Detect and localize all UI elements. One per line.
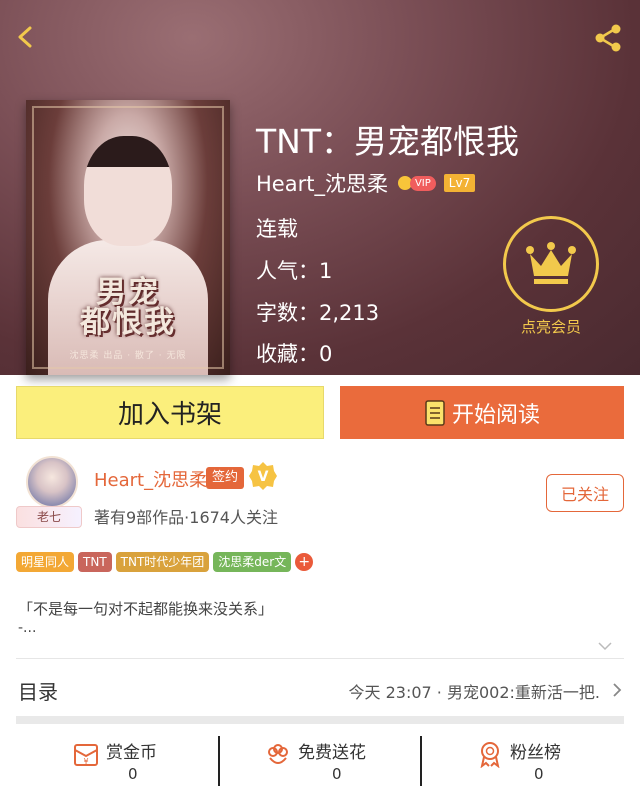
reward-coins-value: 0 (128, 765, 138, 783)
author-name[interactable]: Heart_沈思柔 (256, 168, 388, 198)
reward-coins-label: 赏金币 (106, 743, 157, 763)
share-icon (595, 24, 621, 52)
crown-icon (526, 242, 576, 284)
flower-icon (268, 744, 288, 764)
chevron-right-icon (613, 683, 622, 697)
book-cover[interactable]: 男宠 都恨我 沈思柔 出品 · 散了 · 无限 (26, 100, 230, 375)
divider (16, 658, 624, 659)
fan-ranking-label: 粉丝榜 (510, 743, 561, 763)
description-text: 「不是每一句对不起都能换来没关系」 (18, 600, 274, 618)
verified-v-icon: V (249, 462, 277, 490)
cover-title: 男宠 都恨我 (26, 278, 230, 338)
start-reading-label: 开始阅读 (451, 402, 540, 428)
vip-badge: VIP (397, 174, 436, 192)
section-separator (16, 716, 624, 724)
toc-label: 目录 (18, 680, 58, 704)
favorites-count: 收藏：0 (256, 342, 333, 366)
chevron-down-icon[interactable] (598, 641, 612, 651)
share-button[interactable] (590, 20, 626, 56)
tag-item[interactable]: 明星同人 (16, 552, 75, 572)
table-of-contents-row[interactable]: 目录 今天 23:07 · 男宠002:重新活一把. (0, 666, 640, 710)
chevron-left-icon (18, 26, 32, 48)
author-avatar[interactable] (26, 456, 78, 508)
latest-chapter: 今天 23:07 · 男宠002:重新活一把. (348, 683, 600, 702)
tag-item[interactable]: TNT时代少年团 (115, 552, 210, 572)
svg-text:V: V (258, 469, 269, 485)
popularity: 人气：1 (256, 259, 333, 283)
word-count: 字数：2,213 (256, 301, 380, 325)
book-header: 男宠 都恨我 沈思柔 出品 · 散了 · 无限 TNT：男宠都恨我 Heart_… (0, 0, 640, 375)
member-button[interactable]: 点亮会员 (498, 216, 604, 337)
fan-ranking-button[interactable]: 粉丝榜 0 (422, 732, 640, 788)
cover-subtitle: 沈思柔 出品 · 散了 · 无限 (69, 351, 187, 361)
avatar-tag: 老七 (16, 506, 82, 528)
description-more: -... (18, 620, 37, 636)
follow-button[interactable]: 已关注 (546, 474, 624, 512)
member-badge (503, 216, 599, 312)
fan-ranking-value: 0 (534, 765, 544, 783)
tag-item[interactable]: TNT (78, 552, 112, 572)
svg-text:¥: ¥ (83, 757, 88, 766)
tag-item[interactable]: 沈思柔der文 (213, 552, 292, 572)
cover-title-line-1: 男宠 (96, 275, 160, 310)
add-to-shelf-button[interactable]: 加入书架 (16, 386, 324, 439)
vip-label: VIP (409, 175, 436, 191)
book-icon (425, 399, 445, 426)
send-flower-label: 免费送花 (298, 743, 366, 763)
book-title: TNT：男宠都恨我 (256, 122, 520, 161)
add-tag-button[interactable]: + (295, 553, 314, 571)
start-reading-button[interactable]: 开始阅读 (340, 386, 624, 439)
send-flower-button[interactable]: 免费送花 0 (220, 732, 420, 788)
medal-icon (480, 742, 500, 768)
member-label: 点亮会员 (520, 318, 581, 336)
cover-title-line-2: 都恨我 (80, 305, 176, 340)
back-button[interactable] (10, 20, 44, 54)
level-badge: Lv7 (443, 174, 476, 192)
author-row: Heart_沈思柔 VIP Lv7 (256, 168, 476, 198)
author-summary: 著有9部作品·1674人关注 (94, 508, 278, 527)
reward-coins-button[interactable]: ¥ 赏金币 0 (0, 732, 218, 788)
author-card-name[interactable]: Heart_沈思柔 (94, 466, 207, 492)
signed-badge: 签约 (206, 467, 245, 489)
send-flower-value: 0 (332, 765, 342, 783)
red-envelope-icon: ¥ (74, 744, 98, 766)
serial-status: 连载 (256, 217, 298, 241)
stats-bar: ¥ 赏金币 0 免费送花 0 粉丝榜 0 (0, 732, 640, 792)
tag-list: 明星同人 TNT TNT时代少年团 沈思柔der文 + (16, 552, 314, 572)
